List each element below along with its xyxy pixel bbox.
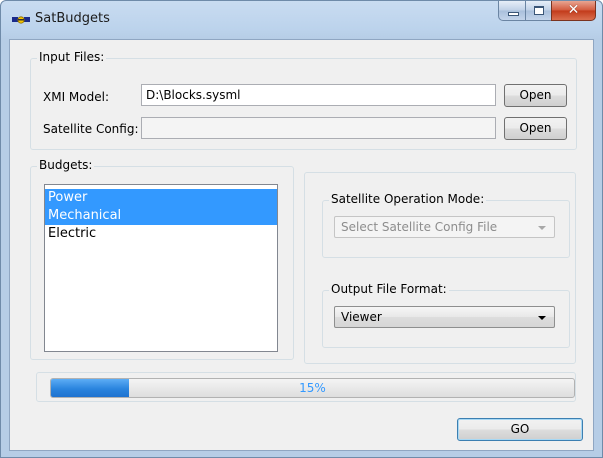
chevron-down-icon <box>538 226 546 230</box>
progress-percent: 15% <box>299 381 326 395</box>
chevron-down-icon <box>538 316 546 320</box>
app-window: SatBudgets ✕ Input Files: XMI Model: D:\… <box>0 0 603 458</box>
client-area: Input Files: XMI Model: D:\Blocks.sysml … <box>9 39 594 451</box>
window-title: SatBudgets <box>35 11 110 26</box>
maximize-button[interactable] <box>525 1 551 21</box>
satellite-operation-mode-title: Satellite Operation Mode: <box>329 192 487 206</box>
minimize-button[interactable] <box>498 1 525 21</box>
list-item-mechanical[interactable]: Mechanical <box>45 207 277 225</box>
budgets-listbox[interactable]: Power Mechanical Electric <box>44 184 278 352</box>
satellite-config-open-button[interactable]: Open <box>504 117 567 140</box>
list-item-electric[interactable]: Electric <box>45 225 277 243</box>
xmi-model-field[interactable]: D:\Blocks.sysml <box>141 84 496 106</box>
progress-bar: 15% <box>50 378 575 398</box>
satellite-operation-mode-select[interactable]: Select Satellite Config File <box>334 216 555 238</box>
satellite-config-label: Satellite Config: <box>43 122 139 136</box>
output-file-format-select[interactable]: Viewer <box>334 306 555 328</box>
close-icon: ✕ <box>567 2 580 18</box>
xmi-model-label: XMI Model: <box>43 90 109 104</box>
satellite-operation-mode-value: Select Satellite Config File <box>341 220 498 234</box>
go-button[interactable]: GO <box>457 418 583 441</box>
budgets-title: Budgets: <box>37 158 95 172</box>
xmi-model-open-button[interactable]: Open <box>504 84 567 107</box>
title-bar[interactable]: SatBudgets ✕ <box>1 1 602 39</box>
close-button[interactable]: ✕ <box>551 1 596 21</box>
list-item-power[interactable]: Power <box>45 189 277 207</box>
satellite-config-field[interactable] <box>141 117 496 139</box>
output-file-format-value: Viewer <box>341 310 382 324</box>
caption-buttons: ✕ <box>498 1 596 22</box>
input-files-title: Input Files: <box>37 50 107 64</box>
satellite-icon <box>12 16 30 24</box>
output-file-format-title: Output File Format: <box>329 282 449 296</box>
